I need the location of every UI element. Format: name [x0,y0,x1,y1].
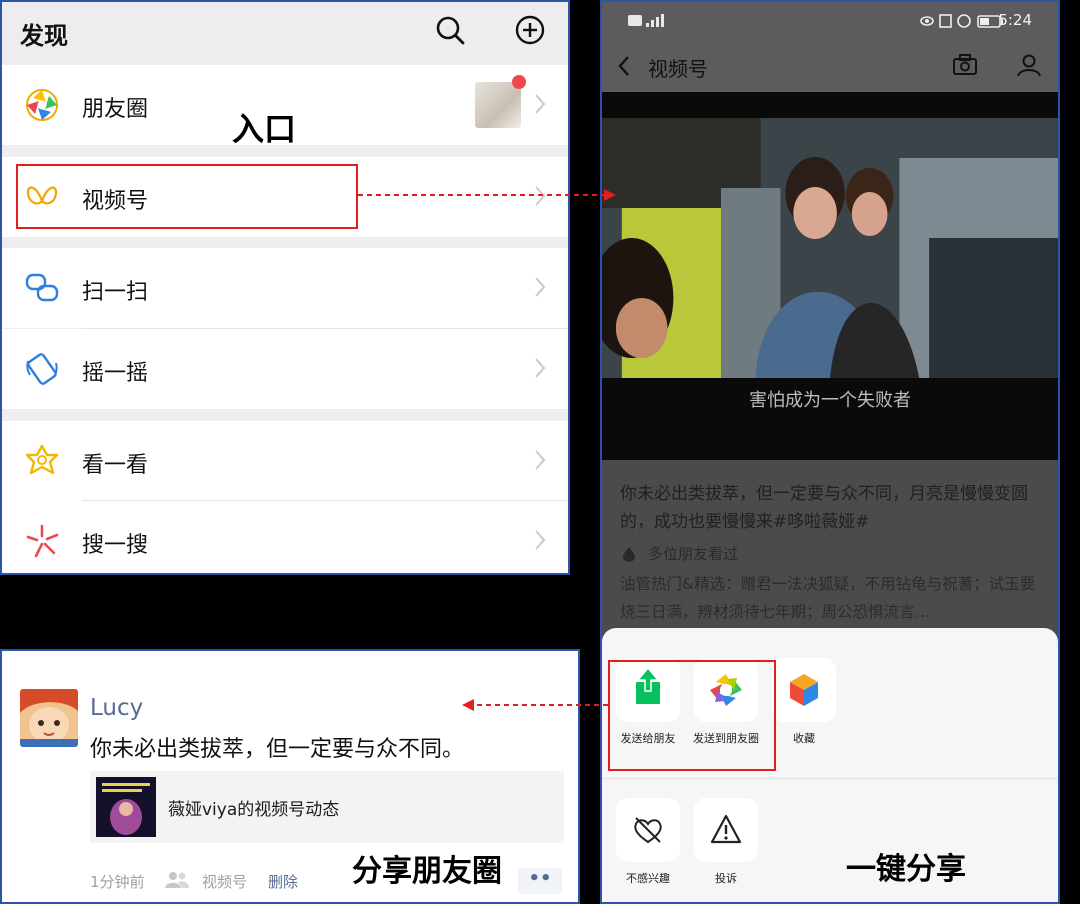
back-icon[interactable] [616,54,632,78]
unread-dot [512,75,526,89]
chevron-right-icon [535,186,546,206]
moments-username[interactable]: Lucy [90,695,143,721]
divider [602,778,1058,779]
video-frame [602,118,1058,378]
broken-heart-icon [634,817,662,844]
video-subtitle: 害怕成为一个失败者 [749,390,911,411]
top-stories-icon [25,444,59,475]
entry-caption: 入口 [232,110,297,148]
favorite-button[interactable] [772,658,836,722]
discover-item-label: 朋友圈 [82,97,149,122]
discover-header: 发现 [2,2,568,64]
post-source: 视频号 [202,873,248,891]
share-highlight-box [608,660,776,771]
moments-post-text: 你未必出类拔萃，但一定要与众不同。 [90,737,465,762]
chevron-right-icon [535,94,546,114]
chevron-right-icon [535,277,546,297]
chevron-right-icon [535,358,546,378]
status-bar: 5:24 [602,2,1058,40]
discover-item-scan[interactable]: 扫一扫 [2,248,568,328]
status-time: 5:24 [998,11,1032,29]
discover-item-label: 摇一摇 [82,361,149,386]
add-icon[interactable] [512,12,548,48]
card-title: 薇娅viya的视频号动态 [168,800,340,820]
camera-icon[interactable] [952,53,978,77]
friends-icon [165,872,189,888]
report-label: 投诉 [715,872,737,885]
moments-icon [26,89,58,121]
page-title: 发现 [20,22,68,50]
discover-item-label: 扫一扫 [82,280,149,305]
entry-highlight-box [16,164,358,229]
not-interested-label: 不感兴趣 [626,872,670,885]
composite-screen: 发现 朋友圈 视频号 扫一扫 摇一摇 看一看 搜一搜 入口 5:24 视频号 害… [0,0,1080,904]
favorite-cube-icon [790,674,818,706]
post-more-text: 油管热门&精选：赠君一法决狐疑，不用钻龟与祝蓍；试玉要烧三日满，辨材须待七年期；… [620,575,1036,621]
more-actions-button[interactable]: •• [518,868,562,894]
chevron-right-icon [535,530,546,550]
profile-icon[interactable] [1016,52,1042,78]
discover-item-label: 搜一搜 [82,533,149,558]
chevron-right-icon [535,450,546,470]
friends-watched-icon [623,547,635,562]
post-description: 你未必出类拔萃，但一定要与众不同，月亮是慢慢变圆的，成功也要慢慢来#哆啦薇娅# [620,484,1028,532]
post-time: 1分钟前 [90,873,145,891]
warning-icon [710,814,742,844]
favorite-label: 收藏 [793,732,815,745]
search-icon[interactable] [432,12,468,48]
channels-title: 视频号 [648,57,708,81]
friends-watched: 多位朋友看过 [648,545,739,563]
discover-item-shake[interactable]: 摇一摇 [2,329,568,409]
avatar[interactable] [20,689,78,747]
delete-link[interactable]: 删除 [268,871,298,892]
discover-screen: 发现 朋友圈 视频号 扫一扫 摇一摇 看一看 搜一搜 入口 [0,0,570,575]
share-moments-caption: 分享朋友圈 [352,854,502,889]
card-thumbnail [96,777,156,837]
discover-item-search[interactable]: 搜一搜 [2,501,568,573]
search-spark-icon [26,524,59,558]
shared-channel-card[interactable]: 薇娅viya的视频号动态 [90,771,564,843]
discover-item-top-stories[interactable]: 看一看 [2,421,568,501]
report-button[interactable] [694,798,758,862]
not-interested-button[interactable] [616,798,680,862]
channels-nav-bar: 视频号 [602,40,1058,92]
signal-icon [628,14,664,27]
status-icons [920,14,1003,28]
shake-icon [26,353,58,385]
one-tap-share-caption: 一键分享 [846,852,966,887]
moments-preview-thumbnail [475,82,521,128]
scan-icon [25,273,59,302]
discover-item-label: 看一看 [82,453,149,478]
